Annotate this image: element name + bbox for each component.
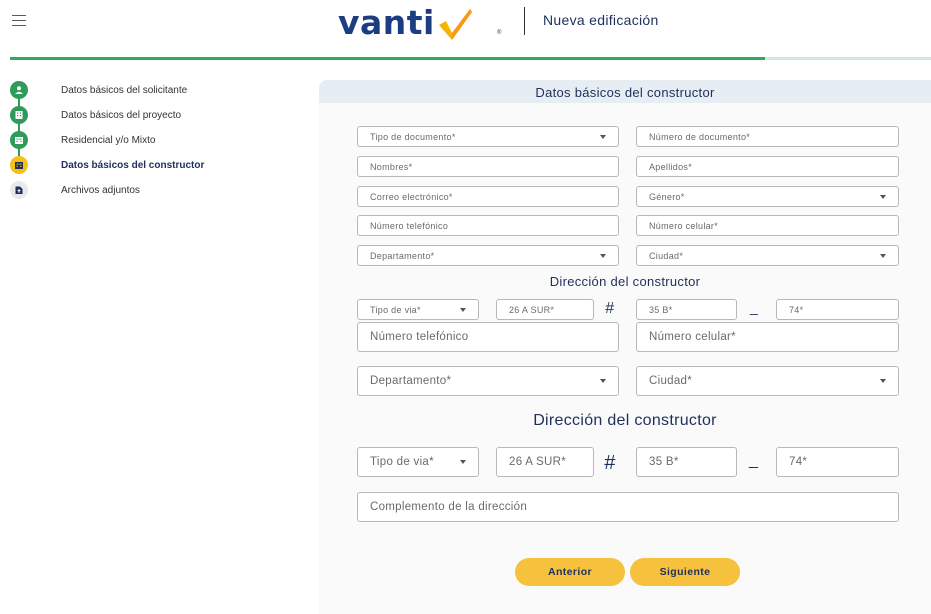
celular-input[interactable]: Número celular* xyxy=(636,322,899,352)
step-label: Datos básicos del solicitante xyxy=(61,84,188,96)
ciudad-select-small[interactable]: Ciudad* xyxy=(636,245,899,266)
address-section-title: Dirección del constructor xyxy=(533,412,717,429)
hamburger-menu-icon[interactable] xyxy=(12,15,26,27)
person-icon xyxy=(10,81,28,99)
hash-symbol: # xyxy=(605,300,614,317)
caret-down-icon xyxy=(600,379,606,383)
address-section-title-small: Dirección del constructor xyxy=(549,274,701,289)
field-label: Departamento* xyxy=(370,375,452,387)
step-label: Archivos adjuntos xyxy=(61,184,140,196)
caret-down-icon xyxy=(600,253,606,258)
step-datos-constructor[interactable]: Datos básicos del constructor xyxy=(10,155,250,175)
celular-input-small[interactable]: Número celular* xyxy=(636,215,899,236)
caret-down-icon xyxy=(880,253,886,258)
building-icon xyxy=(10,131,28,149)
field-label: Ciudad* xyxy=(649,375,693,387)
telefono-input[interactable]: Número telefónico xyxy=(357,322,619,352)
apellidos-input[interactable]: Apellidos* xyxy=(636,156,899,177)
placa-input-small[interactable]: 74* xyxy=(776,299,899,320)
ciudad-select[interactable]: Ciudad* xyxy=(636,366,899,396)
hash-symbol: # xyxy=(604,452,616,474)
complemento-direccion-input[interactable]: Complemento de la dirección xyxy=(357,492,899,522)
step-archivos-adjuntos[interactable]: Archivos adjuntos xyxy=(10,180,250,200)
header-divider xyxy=(524,7,525,35)
field-label: Número de documento* xyxy=(649,131,751,142)
field-label: Correo electrónico* xyxy=(370,191,453,202)
caret-down-icon xyxy=(880,194,886,199)
field-label: 35 B* xyxy=(649,456,679,468)
field-label: Complemento de la dirección xyxy=(370,501,528,513)
telefono-input-small[interactable]: Número telefónico xyxy=(357,215,619,236)
caret-down-icon xyxy=(600,134,606,139)
anterior-button[interactable]: Anterior xyxy=(515,558,625,586)
dash-separator: _ xyxy=(750,299,758,315)
checkmark-logo-icon xyxy=(437,6,473,42)
file-upload-icon xyxy=(10,181,28,199)
departamento-select[interactable]: Departamento* xyxy=(357,366,619,396)
building-icon xyxy=(10,106,28,124)
registered-mark: ® xyxy=(497,30,502,36)
via-numero-input-small[interactable]: 26 A SUR* xyxy=(496,299,594,320)
dash-separator: _ xyxy=(749,452,758,469)
field-label: Apellidos* xyxy=(649,161,693,172)
field-label: Departamento* xyxy=(370,250,435,261)
step-datos-proyecto[interactable]: Datos básicos del proyecto xyxy=(10,105,250,125)
numero-documento-input[interactable]: Número de documento* xyxy=(636,126,899,147)
step-datos-solicitante[interactable]: Datos básicos del solicitante xyxy=(10,80,250,100)
building-icon xyxy=(10,156,28,174)
field-label: Ciudad* xyxy=(649,250,684,261)
field-label: 26 A SUR* xyxy=(509,304,555,315)
field-label: 74* xyxy=(789,304,804,315)
field-label: Nombres* xyxy=(370,161,413,172)
form-header: Datos básicos del constructor xyxy=(319,80,931,103)
departamento-select-small[interactable]: Departamento* xyxy=(357,245,619,266)
field-label: Número celular* xyxy=(649,220,719,231)
tipo-via-select[interactable]: Tipo de via* xyxy=(357,447,479,477)
page-title: Nueva edificación xyxy=(543,12,659,28)
correo-input[interactable]: Correo electrónico* xyxy=(357,186,619,207)
caret-down-icon xyxy=(880,379,886,383)
field-label: Número telefónico xyxy=(370,220,449,231)
field-label: Género* xyxy=(649,191,685,202)
step-label: Residencial y/o Mixto xyxy=(61,134,156,146)
step-label: Datos básicos del constructor xyxy=(61,159,205,171)
placa-input[interactable]: 74* xyxy=(776,447,899,477)
progress-bar-fill xyxy=(10,57,766,60)
step-label: Datos básicos del proyecto xyxy=(61,109,182,121)
field-label: Número telefónico xyxy=(370,331,469,343)
form-title: Datos básicos del constructor xyxy=(535,85,715,100)
caret-down-icon xyxy=(460,307,466,312)
step-residencial-mixto[interactable]: Residencial y/o Mixto xyxy=(10,130,250,150)
field-label: Tipo de documento* xyxy=(370,131,456,142)
siguiente-button[interactable]: Siguiente xyxy=(630,558,740,586)
field-label: Tipo de via* xyxy=(370,456,434,468)
cruce-input[interactable]: 35 B* xyxy=(636,447,737,477)
field-label: Número celular* xyxy=(649,331,736,343)
nombres-input[interactable]: Nombres* xyxy=(357,156,619,177)
progress-bar xyxy=(10,57,931,60)
brand-name: vanti xyxy=(338,3,435,42)
via-numero-input[interactable]: 26 A SUR* xyxy=(496,447,594,477)
cruce-input-small[interactable]: 35 B* xyxy=(636,299,737,320)
caret-down-icon xyxy=(460,460,466,464)
field-label: 26 A SUR* xyxy=(509,456,567,468)
tipo-via-select-small[interactable]: Tipo de via* xyxy=(357,299,479,320)
genero-select[interactable]: Género* xyxy=(636,186,899,207)
tipo-documento-select[interactable]: Tipo de documento* xyxy=(357,126,619,147)
field-label: Tipo de via* xyxy=(370,304,421,315)
field-label: 35 B* xyxy=(649,304,673,315)
field-label: 74* xyxy=(789,456,808,468)
vanti-logo: vanti xyxy=(338,2,473,42)
